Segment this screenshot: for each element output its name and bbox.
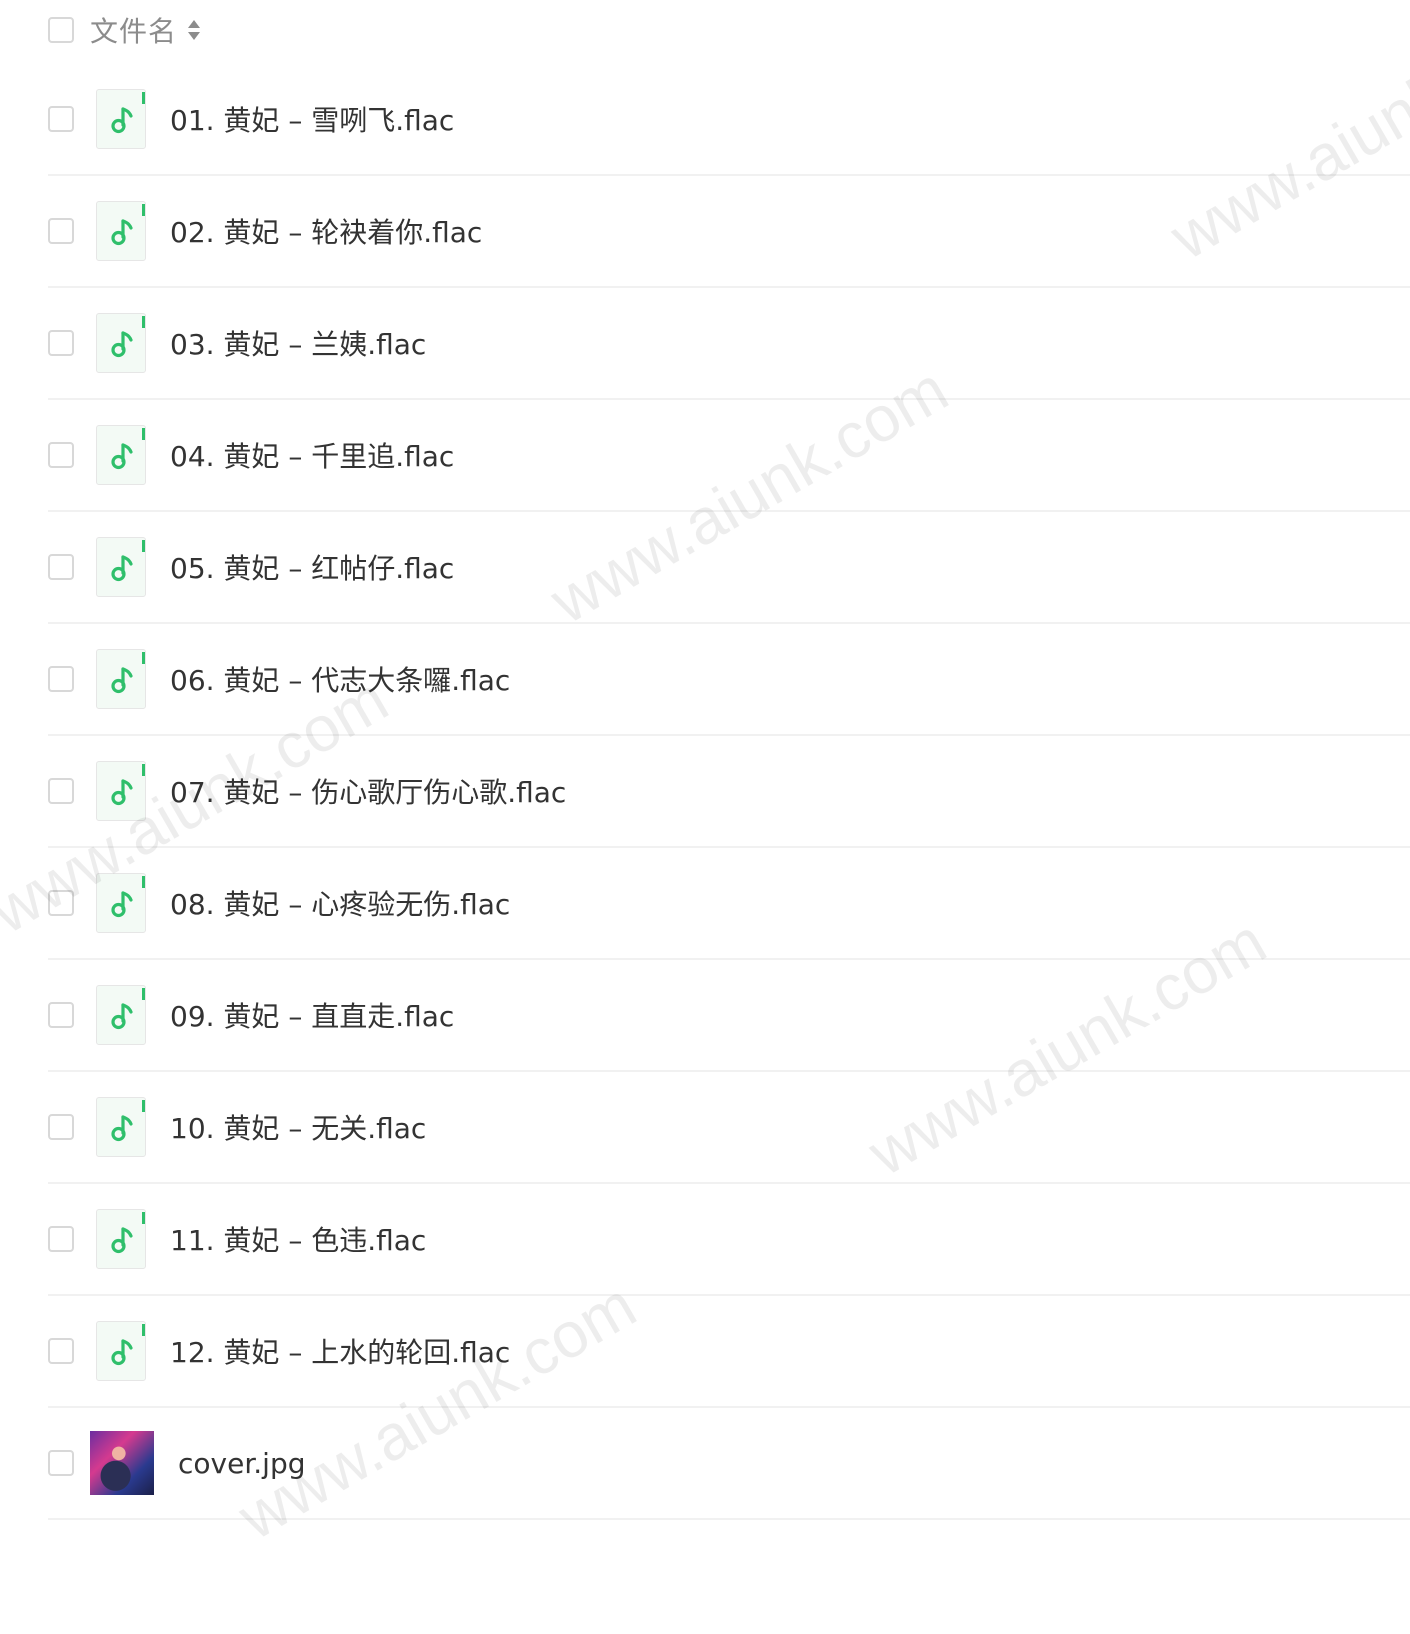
music-note-icon bbox=[96, 1321, 146, 1381]
row-checkbox[interactable] bbox=[48, 1002, 74, 1028]
file-row[interactable]: 05. 黄妃 – 红帖仔.flac bbox=[48, 512, 1410, 624]
file-row[interactable]: 12. 黄妃 – 上水的轮回.flac bbox=[48, 1296, 1410, 1408]
file-row[interactable]: 07. 黄妃 – 伤心歌厅伤心歌.flac bbox=[48, 736, 1410, 848]
file-row[interactable]: cover.jpg bbox=[48, 1408, 1410, 1520]
file-name[interactable]: 04. 黄妃 – 千里追.flac bbox=[170, 435, 454, 475]
file-row[interactable]: 04. 黄妃 – 千里追.flac bbox=[48, 400, 1410, 512]
row-checkbox[interactable] bbox=[48, 778, 74, 804]
music-note-icon bbox=[96, 537, 146, 597]
row-checkbox[interactable] bbox=[48, 890, 74, 916]
file-row[interactable]: 10. 黄妃 – 无关.flac bbox=[48, 1072, 1410, 1184]
file-name[interactable]: 11. 黄妃 – 色违.flac bbox=[170, 1219, 426, 1259]
file-name[interactable]: 02. 黄妃 – 轮袂着你.flac bbox=[170, 211, 482, 251]
file-row[interactable]: 06. 黄妃 – 代志大条囉.flac bbox=[48, 624, 1410, 736]
row-checkbox[interactable] bbox=[48, 218, 74, 244]
file-name[interactable]: 05. 黄妃 – 红帖仔.flac bbox=[170, 547, 454, 587]
music-note-icon bbox=[96, 313, 146, 373]
file-name[interactable]: 10. 黄妃 – 无关.flac bbox=[170, 1107, 426, 1147]
sort-icon[interactable] bbox=[187, 17, 201, 43]
row-checkbox[interactable] bbox=[48, 106, 74, 132]
music-note-icon bbox=[96, 201, 146, 261]
file-name[interactable]: cover.jpg bbox=[178, 1447, 306, 1480]
row-checkbox[interactable] bbox=[48, 330, 74, 356]
file-list: 文件名 01. 黄妃 – 雪咧飞.flac 02. 黄妃 – 轮袂着你.flac 0… bbox=[0, 0, 1410, 1634]
file-name[interactable]: 12. 黄妃 – 上水的轮回.flac bbox=[170, 1331, 510, 1371]
file-name[interactable]: 03. 黄妃 – 兰姨.flac bbox=[170, 323, 426, 363]
row-checkbox[interactable] bbox=[48, 666, 74, 692]
file-name[interactable]: 06. 黄妃 – 代志大条囉.flac bbox=[170, 659, 510, 699]
file-row[interactable]: 03. 黄妃 – 兰姨.flac bbox=[48, 288, 1410, 400]
row-checkbox[interactable] bbox=[48, 1338, 74, 1364]
music-note-icon bbox=[96, 649, 146, 709]
file-row[interactable]: 01. 黄妃 – 雪咧飞.flac bbox=[48, 64, 1410, 176]
file-row[interactable]: 08. 黄妃 – 心疼验无伤.flac bbox=[48, 848, 1410, 960]
select-all-checkbox[interactable] bbox=[48, 17, 74, 43]
row-checkbox[interactable] bbox=[48, 1226, 74, 1252]
row-checkbox[interactable] bbox=[48, 1114, 74, 1140]
music-note-icon bbox=[96, 1209, 146, 1269]
file-row[interactable]: 02. 黄妃 – 轮袂着你.flac bbox=[48, 176, 1410, 288]
row-checkbox[interactable] bbox=[48, 1450, 74, 1476]
music-note-icon bbox=[96, 425, 146, 485]
music-note-icon bbox=[96, 985, 146, 1045]
filename-column-header[interactable]: 文件名 bbox=[90, 10, 177, 50]
file-name[interactable]: 08. 黄妃 – 心疼验无伤.flac bbox=[170, 883, 510, 923]
row-checkbox[interactable] bbox=[48, 554, 74, 580]
music-note-icon bbox=[96, 1097, 146, 1157]
list-header: 文件名 bbox=[48, 6, 201, 54]
file-row[interactable]: 09. 黄妃 – 直直走.flac bbox=[48, 960, 1410, 1072]
file-rows: 01. 黄妃 – 雪咧飞.flac 02. 黄妃 – 轮袂着你.flac 03. 黄… bbox=[48, 64, 1410, 1520]
music-note-icon bbox=[96, 873, 146, 933]
file-name[interactable]: 09. 黄妃 – 直直走.flac bbox=[170, 995, 454, 1035]
music-note-icon bbox=[96, 89, 146, 149]
file-row[interactable]: 11. 黄妃 – 色违.flac bbox=[48, 1184, 1410, 1296]
music-note-icon bbox=[96, 761, 146, 821]
image-thumbnail[interactable] bbox=[90, 1431, 154, 1495]
file-name[interactable]: 01. 黄妃 – 雪咧飞.flac bbox=[170, 99, 454, 139]
file-name[interactable]: 07. 黄妃 – 伤心歌厅伤心歌.flac bbox=[170, 771, 566, 811]
row-checkbox[interactable] bbox=[48, 442, 74, 468]
